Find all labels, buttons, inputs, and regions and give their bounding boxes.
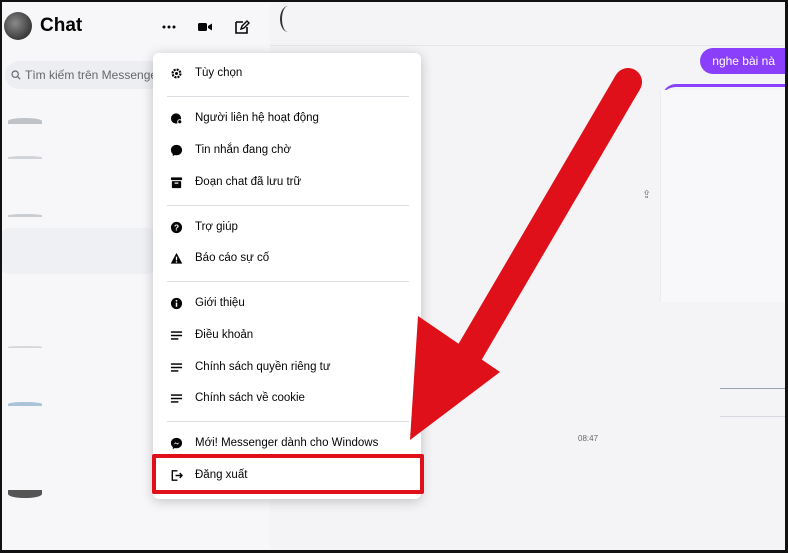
page-title: Chat (40, 15, 83, 36)
compose-icon (235, 20, 250, 34)
avatar (8, 118, 42, 124)
messenger-icon (169, 436, 183, 450)
menu-item-label: Trợ giúp (195, 221, 238, 233)
new-message-button[interactable] (229, 14, 255, 40)
menu-item-active-contacts[interactable]: Người liên hệ hoạt động (153, 104, 421, 132)
avatar (8, 346, 42, 348)
menu-item-messenger-windows[interactable]: Mới! Messenger dành cho Windows (153, 429, 421, 457)
list-item[interactable] (2, 482, 152, 528)
avatar (8, 156, 42, 159)
more-options-button[interactable] (156, 14, 182, 40)
list-item[interactable] (2, 148, 152, 194)
menu-item-label: Báo cáo sự cố (195, 252, 270, 264)
active-contacts-icon (169, 111, 183, 125)
list-item-selected[interactable] (2, 228, 154, 274)
search-input[interactable] (25, 68, 165, 82)
menu-item-label: Tin nhắn đang chờ (195, 144, 291, 156)
lines-icon (169, 391, 183, 405)
warning-icon (169, 251, 183, 265)
divider (720, 416, 785, 417)
search-icon (11, 70, 21, 80)
menu-item-label: Đoạn chat đã lưu trữ (195, 176, 302, 188)
avatar (8, 214, 42, 217)
avatar (8, 490, 42, 498)
info-icon (169, 296, 183, 310)
chat-avatar[interactable] (280, 6, 296, 32)
menu-item-label: Chính sách về cookie (195, 392, 305, 404)
search-bar[interactable] (5, 61, 165, 89)
list-item[interactable] (2, 338, 152, 384)
divider (167, 421, 409, 422)
menu-item-label: Điều khoản (195, 329, 254, 341)
sidebar-header: Chat (2, 2, 270, 52)
menu-item-about[interactable]: Giới thiệu (153, 289, 421, 317)
menu-item-label: Chính sách quyền riêng tư (195, 361, 331, 373)
menu-item-label: Tùy chọn (195, 67, 243, 79)
lines-icon (169, 328, 183, 342)
video-call-button[interactable] (192, 14, 218, 40)
menu-item-privacy-policy[interactable]: Chính sách quyền riêng tư (153, 353, 421, 381)
message-card[interactable] (660, 90, 785, 302)
options-menu: Tùy chọn Người liên hệ hoạt động Tin nhắ… (153, 53, 421, 499)
avatar (8, 402, 42, 406)
lines-icon (169, 360, 183, 374)
menu-item-report-problem[interactable]: Báo cáo sự cố (153, 244, 421, 272)
list-item[interactable] (2, 394, 152, 440)
message-bubble[interactable]: nghe bài nà (700, 48, 785, 74)
avatar[interactable] (4, 12, 32, 40)
gear-icon (169, 66, 183, 80)
ellipsis-icon (162, 25, 176, 29)
menu-item-help[interactable]: ? Trợ giúp (153, 213, 421, 241)
chat-bubble-icon (169, 143, 183, 157)
divider (167, 96, 409, 97)
svg-text:?: ? (173, 222, 178, 232)
share-icon[interactable]: ⇪ (642, 188, 651, 201)
logout-highlight-box (152, 454, 424, 494)
archive-icon (169, 175, 183, 189)
menu-item-label: Người liên hệ hoạt động (195, 112, 319, 124)
divider (167, 205, 409, 206)
video-camera-icon (198, 23, 212, 31)
menu-item-preferences[interactable]: Tùy chọn (153, 59, 421, 87)
message-timestamp: 08:47 (578, 434, 599, 443)
menu-item-cookie-policy[interactable]: Chính sách về cookie (153, 384, 421, 412)
menu-item-terms[interactable]: Điều khoản (153, 321, 421, 349)
divider (720, 388, 785, 389)
menu-item-archived-chats[interactable]: Đoạn chat đã lưu trữ (153, 168, 421, 196)
divider (167, 281, 409, 282)
menu-item-label: Giới thiệu (195, 297, 245, 309)
menu-item-message-requests[interactable]: Tin nhắn đang chờ (153, 136, 421, 164)
help-icon: ? (169, 220, 183, 234)
chat-header (270, 2, 785, 46)
menu-item-label: Mới! Messenger dành cho Windows (195, 437, 379, 449)
